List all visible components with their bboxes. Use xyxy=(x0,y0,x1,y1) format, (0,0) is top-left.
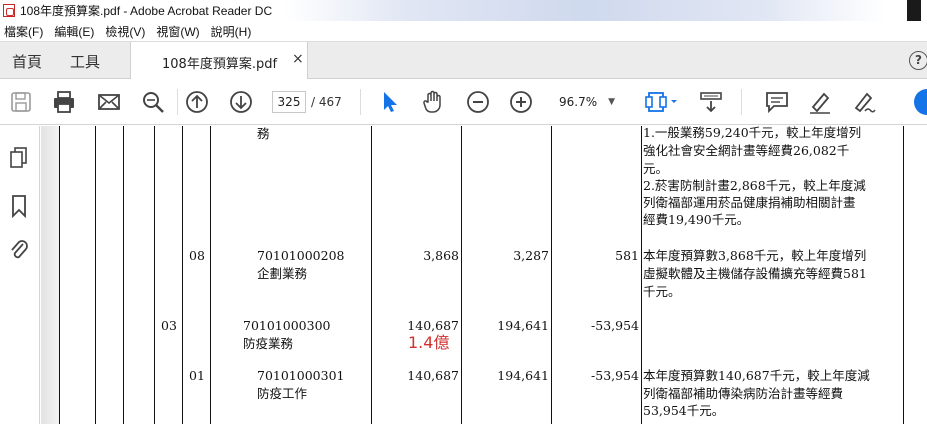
acrobat-logo-icon xyxy=(3,4,15,17)
toolbar: 325 / 467 96.7% ▼ xyxy=(0,79,927,125)
prior-value: 3,287 xyxy=(513,248,549,263)
menu-edit[interactable]: 編輯(E) xyxy=(50,23,101,40)
note-line: 53,954千元。 xyxy=(643,403,725,418)
title-bar: 108年度預算案.pdf - Adobe Acrobat Reader DC xyxy=(0,0,927,21)
note-line: 本年度預算數3,868千元，較上年度增列 xyxy=(643,248,867,263)
menu-window[interactable]: 視窗(W) xyxy=(152,23,206,40)
table-rule xyxy=(641,126,642,424)
tab-home[interactable]: 首頁 xyxy=(12,51,42,72)
table-rule xyxy=(371,126,372,424)
item-number: 03 xyxy=(161,318,177,333)
tab-tools[interactable]: 工具 xyxy=(70,51,100,72)
note-line: 列衛福部運用菸品健康捐補助相關計畫 xyxy=(643,195,856,210)
toolbar-divider xyxy=(360,89,361,115)
note-line: 經費19,490千元。 xyxy=(643,212,750,227)
window-title: 108年度預算案.pdf - Adobe Acrobat Reader DC xyxy=(20,4,273,18)
table-rule xyxy=(551,126,552,424)
menu-view[interactable]: 檢視(V) xyxy=(101,23,152,40)
navigation-pane xyxy=(0,126,40,424)
chevron-down-icon: ▼ xyxy=(608,97,615,107)
item-code: 70101000208 xyxy=(257,248,345,263)
note-line: 千元。 xyxy=(643,284,681,299)
difference-value: 581 xyxy=(615,248,639,263)
zoom-in-icon[interactable] xyxy=(508,89,534,115)
menu-help[interactable]: 說明(H) xyxy=(207,23,259,40)
table-rule xyxy=(154,126,155,424)
table-rule xyxy=(210,126,211,424)
prior-value: 194,641 xyxy=(497,318,549,333)
note-line: 元。 xyxy=(643,161,669,176)
budget-value: 3,868 xyxy=(423,248,459,263)
toolbar-divider xyxy=(741,89,742,115)
document-tab-label: 108年度預算案.pdf xyxy=(162,57,278,72)
item-name: 務 xyxy=(257,126,270,141)
budget-value: 140,687 xyxy=(407,368,459,383)
print-icon[interactable] xyxy=(51,89,77,115)
paperclip-icon[interactable] xyxy=(8,238,30,262)
bookmark-icon[interactable] xyxy=(8,194,30,219)
email-icon[interactable] xyxy=(96,89,122,115)
menu-bar: 檔案(F) 編輯(E) 檢視(V) 視窗(W) 說明(H) xyxy=(0,21,927,41)
pages-icon[interactable] xyxy=(8,146,30,170)
page-number-input[interactable]: 325 xyxy=(272,91,306,113)
pointer-icon[interactable] xyxy=(377,89,403,115)
fit-page-icon[interactable] xyxy=(645,89,681,115)
note-line: 本年度預算數140,687千元，較上年度減 xyxy=(643,368,870,383)
window-control-button[interactable] xyxy=(907,0,921,21)
arrow-up-icon[interactable] xyxy=(184,89,210,115)
difference-value: -53,954 xyxy=(591,368,639,383)
save-icon[interactable] xyxy=(8,89,34,115)
zoom-value: 96.7% xyxy=(559,95,598,109)
prior-value: 194,641 xyxy=(497,368,549,383)
page-margin-shadow xyxy=(41,126,59,424)
sub-item-number: 08 xyxy=(189,248,205,263)
note-line: 2.菸害防制計畫2,868千元，較上年度減 xyxy=(643,178,866,193)
sub-item-number: 01 xyxy=(189,368,205,383)
highlight-pen-icon[interactable] xyxy=(807,89,833,115)
help-icon[interactable]: ? xyxy=(909,51,927,70)
scroll-mode-icon[interactable] xyxy=(698,89,724,115)
item-code: 70101000300 xyxy=(243,318,331,333)
zoom-out-icon[interactable] xyxy=(465,89,491,115)
note-line: 強化社會安全網計畫等經費26,082千 xyxy=(643,143,850,158)
zoom-select[interactable]: 96.7% ▼ xyxy=(553,91,621,113)
difference-value: -53,954 xyxy=(591,318,639,333)
item-name: 防疫業務 xyxy=(243,336,294,351)
table-rule xyxy=(95,126,96,424)
search-icon[interactable] xyxy=(140,89,166,115)
note-line: 虛擬軟體及主機儲存設備擴充等經費581 xyxy=(643,266,867,281)
account-avatar[interactable] xyxy=(914,89,927,115)
item-code: 70101000301 xyxy=(257,368,345,383)
sign-icon[interactable] xyxy=(851,89,877,115)
table-rule xyxy=(59,126,60,424)
table-rule xyxy=(461,126,462,424)
tab-bar: 首頁 工具 108年度預算案.pdf × ? xyxy=(0,41,927,80)
toolbar-divider xyxy=(177,89,178,115)
note-line: 1.一般業務59,240千元，較上年度增列 xyxy=(643,125,862,140)
menu-file[interactable]: 檔案(F) xyxy=(0,23,50,40)
arrow-down-icon[interactable] xyxy=(228,89,254,115)
table-rule xyxy=(182,126,183,424)
title-bar-blur xyxy=(285,0,885,21)
table-rule xyxy=(123,126,124,424)
hand-icon[interactable] xyxy=(420,89,446,115)
note-line: 列衛福部補助傳染病防治計畫等經費 xyxy=(643,386,844,401)
item-name: 企劃業務 xyxy=(257,266,308,281)
handwritten-annotation: 1.4億 xyxy=(408,333,450,352)
close-icon[interactable]: × xyxy=(292,51,304,67)
tab-document[interactable]: 108年度預算案.pdf × xyxy=(130,42,308,80)
table-rule xyxy=(903,126,904,424)
page-total: / 467 xyxy=(311,95,342,109)
comment-icon[interactable] xyxy=(764,89,790,115)
item-name: 防疫工作 xyxy=(257,386,308,401)
